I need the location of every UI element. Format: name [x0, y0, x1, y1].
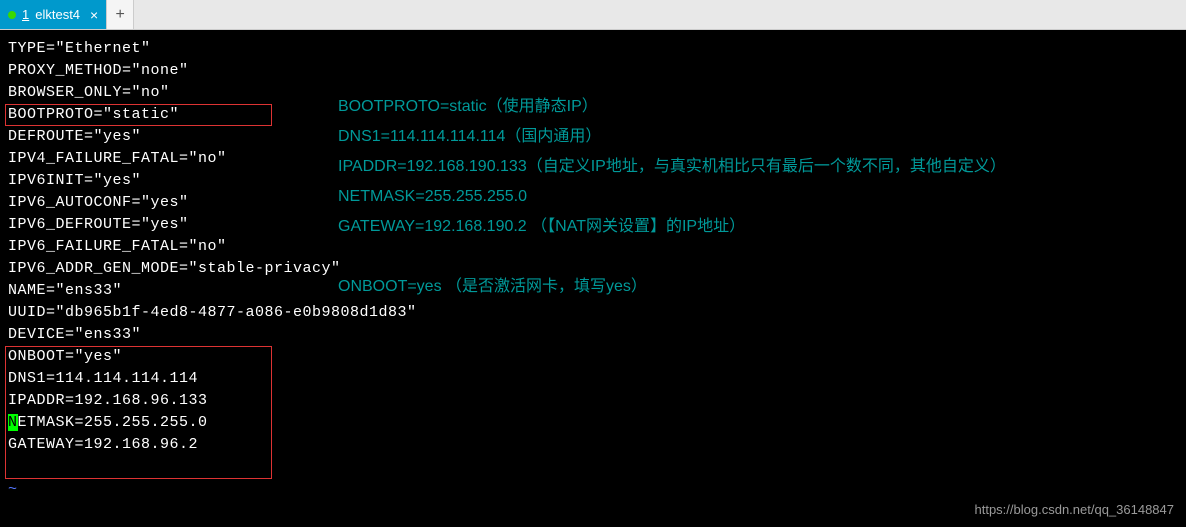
config-line: TYPE="Ethernet"	[8, 38, 1178, 60]
close-icon[interactable]: ×	[90, 7, 98, 23]
tab-number: 1	[22, 7, 29, 22]
config-line: DNS1=114.114.114.114	[8, 368, 1178, 390]
annotation-ipaddr: IPADDR=192.168.190.133（自定义IP地址，与真实机相比只有最…	[338, 152, 1006, 182]
annotation-gateway: GATEWAY=192.168.190.2 （【NAT网关设置】的IP地址）	[338, 212, 1006, 242]
annotation-onboot: ONBOOT=yes （是否激活网卡，填写yes）	[338, 272, 1006, 302]
plus-icon: +	[115, 6, 125, 24]
tab-title: elktest4	[35, 7, 80, 22]
watermark-text: https://blog.csdn.net/qq_36148847	[975, 499, 1175, 521]
vim-tilde: ~	[8, 479, 17, 501]
config-line-netmask: NETMASK=255.255.255.0	[8, 412, 1178, 434]
tab-bar: 1 elktest4 × +	[0, 0, 1186, 30]
cursor-icon: N	[8, 414, 18, 431]
add-tab-button[interactable]: +	[106, 0, 134, 29]
config-line: GATEWAY=192.168.96.2	[8, 434, 1178, 456]
config-line: PROXY_METHOD="none"	[8, 60, 1178, 82]
netmask-rest: ETMASK=255.255.255.0	[18, 414, 208, 431]
terminal-view[interactable]: TYPE="Ethernet" PROXY_METHOD="none" BROW…	[0, 30, 1186, 527]
annotation-netmask: NETMASK=255.255.255.0	[338, 182, 1006, 212]
annotation-bootproto: BOOTPROTO=static（使用静态IP）	[338, 92, 1006, 122]
config-line: ONBOOT="yes"	[8, 346, 1178, 368]
config-line: DEVICE="ens33"	[8, 324, 1178, 346]
annotation-dns: DNS1=114.114.114.114（国内通用）	[338, 122, 1006, 152]
tab-elktest4[interactable]: 1 elktest4 ×	[0, 0, 106, 29]
config-line: UUID="db965b1f-4ed8-4877-a086-e0b9808d1d…	[8, 302, 1178, 324]
status-dot-icon	[8, 11, 16, 19]
annotations-panel: BOOTPROTO=static（使用静态IP） DNS1=114.114.11…	[338, 92, 1006, 302]
config-line: IPADDR=192.168.96.133	[8, 390, 1178, 412]
